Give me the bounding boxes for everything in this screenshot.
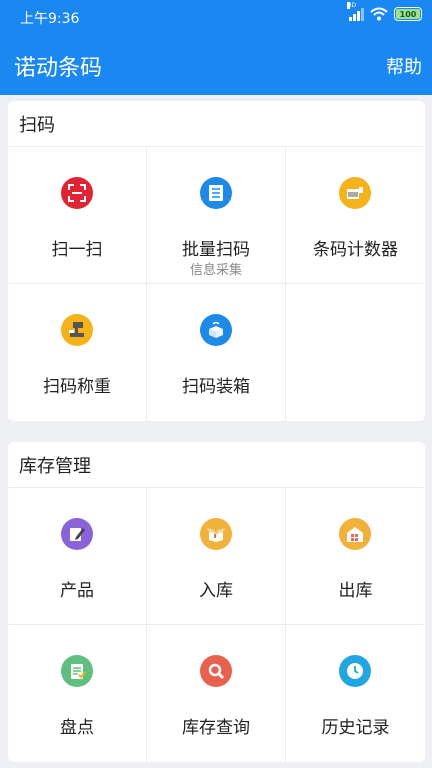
scan-frame-icon	[61, 177, 93, 209]
weighing-scale-icon	[61, 314, 93, 346]
batch-scan-label: 批量扫码	[182, 240, 250, 260]
empty-cell	[286, 284, 425, 421]
edit-product-icon	[61, 518, 93, 550]
app-header: 上午9:36 HD 100 诺动条码 帮助	[0, 0, 432, 95]
signal-icon: HD	[347, 2, 364, 21]
section-title: 库存管理	[8, 442, 425, 488]
barcode-counter-button[interactable]: 条码计数器	[286, 147, 425, 284]
barcode-counter-label: 条码计数器	[313, 240, 398, 260]
battery-level: 100	[399, 9, 417, 19]
history-button[interactable]: 历史记录	[286, 625, 425, 762]
wifi-icon	[370, 7, 388, 21]
warehouse-icon	[339, 518, 371, 550]
inventory-section: 库存管理 产品 入库 出库 盘点 库存查询 历史记录	[8, 442, 425, 762]
history-label: 历史记录	[321, 718, 390, 738]
help-button[interactable]: 帮助	[386, 53, 422, 79]
section-title: 扫码	[8, 101, 425, 147]
packing-box-icon	[200, 314, 232, 346]
battery-icon: 100	[394, 7, 422, 21]
scan-button[interactable]: 扫一扫	[8, 147, 147, 284]
document-list-icon	[200, 177, 232, 209]
product-label: 产品	[60, 581, 94, 601]
stock-in-button[interactable]: 入库	[147, 488, 286, 625]
stocktake-label: 盘点	[60, 718, 94, 738]
app-title: 诺动条码	[14, 56, 103, 81]
stocktake-button[interactable]: 盘点	[8, 625, 147, 762]
stock-in-label: 入库	[199, 581, 233, 601]
clock-icon	[339, 655, 371, 687]
stock-out-button[interactable]: 出库	[286, 488, 425, 625]
checklist-icon	[61, 655, 93, 687]
open-box-icon	[200, 518, 232, 550]
batch-scan-button[interactable]: 批量扫码 信息采集	[147, 147, 286, 284]
scan-label: 扫一扫	[51, 240, 103, 260]
scan-pack-label: 扫码装箱	[182, 377, 250, 397]
product-button[interactable]: 产品	[8, 488, 147, 625]
scan-weigh-button[interactable]: 扫码称重	[8, 284, 147, 421]
scan-weigh-label: 扫码称重	[43, 377, 111, 397]
status-time: 上午9:36	[20, 11, 80, 27]
barcode-counter-icon	[339, 177, 371, 209]
inventory-query-button[interactable]: 库存查询	[147, 625, 286, 762]
inventory-query-label: 库存查询	[182, 718, 250, 738]
stock-out-label: 出库	[338, 581, 373, 601]
scan-pack-button[interactable]: 扫码装箱	[147, 284, 286, 421]
scan-section: 扫码 扫一扫 批量扫码 信息采集 条码计数器 扫码称重 扫码装箱	[8, 101, 425, 421]
batch-scan-sublabel: 信息采集	[189, 263, 242, 278]
search-icon	[200, 655, 232, 687]
status-bar: 上午9:36 HD 100	[0, 0, 432, 32]
